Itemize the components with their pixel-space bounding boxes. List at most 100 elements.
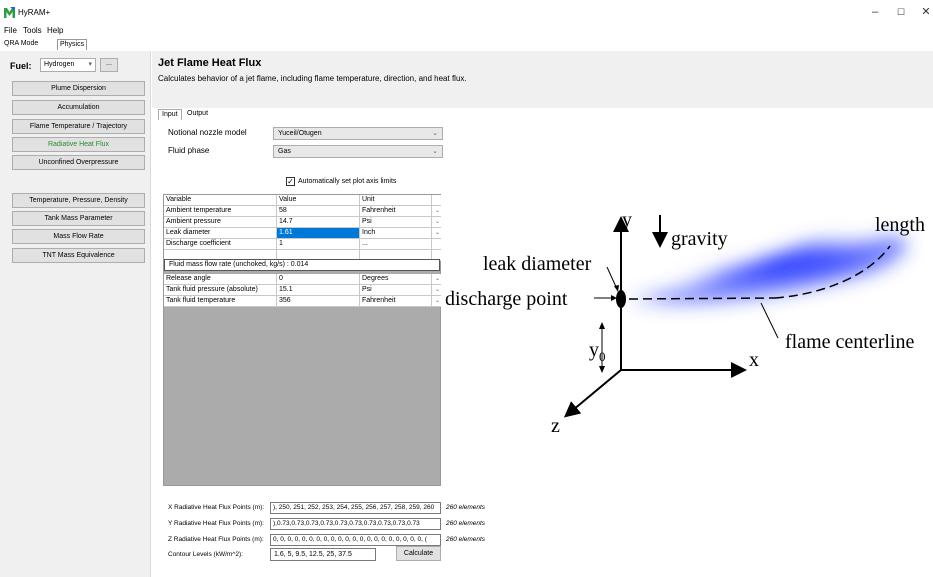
hyram-logo-icon	[4, 7, 15, 18]
unit-cell[interactable]: Psi	[360, 285, 432, 295]
unit-cell: ...	[360, 239, 432, 249]
nav-temperature-pressure-density[interactable]: Temperature, Pressure, Density	[12, 193, 145, 208]
contour-levels-input[interactable]: 1.6, 5, 9.5, 12.5, 25, 37.5	[270, 548, 376, 561]
tab-input[interactable]: Input	[158, 109, 182, 120]
y-flux-points-input[interactable]: ),0.73,0.73,0.73,0.73,0.73,0.73,0.73,0.7…	[270, 518, 441, 530]
nav-unconfined-overpressure[interactable]: Unconfined Overpressure	[12, 155, 145, 170]
menu-file[interactable]: File	[4, 26, 17, 35]
menu-tools[interactable]: Tools	[23, 26, 42, 35]
nav-accumulation[interactable]: Accumulation	[12, 100, 145, 115]
variable-cell: Ambient temperature	[164, 206, 277, 216]
x-flux-points-label: X Radiative Heat Flux Points (m):	[168, 504, 265, 511]
empty-cell	[432, 239, 441, 249]
left-panel: Fuel: Hydrogen ▾ ... Plume Dispersion Ac…	[0, 51, 151, 577]
jet-flame-diagram: y x z gravity length leak diameter disch…	[445, 209, 925, 437]
window-title: HyRAM+	[18, 8, 51, 17]
unit-cell[interactable]: Fahrenheit	[360, 296, 432, 306]
value-cell[interactable]: 58	[277, 206, 360, 216]
unit-cell[interactable]: Degrees	[360, 274, 432, 284]
fuel-more-button[interactable]: ...	[100, 58, 118, 72]
y-elements-count: 260 elements	[446, 520, 486, 527]
nav-radiative-heat-flux[interactable]: Radiative Heat Flux	[12, 137, 145, 152]
grid-header-row: Variable Value Unit	[164, 195, 441, 206]
value-cell[interactable]: 15.1	[277, 285, 360, 295]
z-flux-points-input[interactable]: 0, 0, 0, 0, 0, 0, 0, 0, 0, 0, 0, 0, 0, 0…	[270, 534, 441, 546]
discharge-point-label: discharge point	[445, 288, 568, 310]
variable-cell: Release angle	[164, 274, 277, 284]
column-header-value: Value	[277, 195, 360, 205]
calculate-button[interactable]: Calculate	[396, 546, 441, 561]
discharge-point-marker	[616, 290, 626, 308]
mode-tabs: QRA Mode Physics	[0, 38, 933, 51]
chevron-down-icon: ▾	[88, 61, 92, 68]
fluid-phase-label: Fluid phase	[168, 146, 210, 155]
unit-cell[interactable]: Inch	[360, 228, 432, 238]
chevron-down-icon[interactable]: ⌄	[432, 228, 441, 238]
leak-diameter-label: leak diameter	[483, 253, 592, 275]
chevron-down-icon[interactable]: ⌄	[432, 285, 441, 295]
variable-cell: Tank fluid pressure (absolute)	[164, 285, 277, 295]
chevron-down-icon: ⌄	[432, 130, 438, 137]
chevron-down-icon[interactable]: ⌄	[432, 206, 441, 216]
flame-centerline-label: flame centerline	[785, 331, 914, 353]
table-row: Tank fluid temperature 356 Fahrenheit ⌄	[164, 296, 441, 307]
y0-main: y	[589, 339, 599, 361]
nav-tank-mass-parameter[interactable]: Tank Mass Parameter	[12, 211, 145, 226]
contour-levels-label: Contour Levels (kW/m^2):	[168, 551, 243, 558]
y-axis-label: y	[622, 209, 632, 231]
nav-tnt-mass-equivalence[interactable]: TNT Mass Equivalence	[12, 248, 145, 263]
x-flux-points-input[interactable]: ), 250, 251, 252, 253, 254, 255, 256, 25…	[270, 502, 441, 514]
value-cell[interactable]: 0	[277, 274, 360, 284]
nav-flame-temperature-trajectory[interactable]: Flame Temperature / Trajectory	[12, 119, 145, 134]
table-row: Discharge coefficient 1 ...	[164, 239, 441, 250]
flame-centerline-pointer	[760, 302, 779, 339]
close-button[interactable]: ✕	[919, 5, 933, 19]
minimize-button[interactable]: –	[868, 5, 882, 19]
unit-cell[interactable]: Psi	[360, 217, 432, 227]
value-cell[interactable]: 356	[277, 296, 360, 306]
column-header-unit: Unit	[360, 195, 432, 205]
variable-cell: Discharge coefficient	[164, 239, 277, 249]
z-flux-points-label: Z Radiative Heat Flux Points (m):	[168, 536, 264, 543]
table-row: Leak diameter 1.61 Inch ⌄	[164, 228, 441, 239]
table-row: Ambient temperature 58 Fahrenheit ⌄	[164, 206, 441, 217]
variable-cell: Leak diameter	[164, 228, 277, 238]
unit-cell[interactable]: Fahrenheit	[360, 206, 432, 216]
table-row: Ambient pressure 14.7 Psi ⌄	[164, 217, 441, 228]
value-cell[interactable]: 1	[277, 239, 360, 249]
chevron-down-icon[interactable]: ⌄	[432, 274, 441, 284]
y-flux-points-label: Y Radiative Heat Flux Points (m):	[168, 520, 264, 527]
length-label: length	[875, 214, 925, 236]
auto-axis-checkbox[interactable]: ✓	[286, 177, 295, 186]
x-elements-count: 260 elements	[446, 504, 486, 511]
value-cell-selected[interactable]: 1.61	[277, 228, 360, 238]
variable-cell: Ambient pressure	[164, 217, 277, 227]
fuel-label: Fuel:	[10, 61, 32, 71]
page-title: Jet Flame Heat Flux	[158, 57, 262, 69]
menu-help[interactable]: Help	[47, 26, 63, 35]
fuel-select[interactable]: Hydrogen ▾	[40, 58, 96, 72]
fluid-phase-select[interactable]: Gas ⌄	[273, 145, 443, 158]
y0-label: y0	[589, 339, 606, 364]
tab-output[interactable]: Output	[184, 109, 211, 120]
variable-cell: Tank fluid temperature	[164, 296, 277, 306]
table-row: Release angle 0 Degrees ⌄	[164, 274, 441, 285]
nav-mass-flow-rate[interactable]: Mass Flow Rate	[12, 229, 145, 244]
gravity-label: gravity	[671, 228, 728, 250]
value-cell[interactable]: 14.7	[277, 217, 360, 227]
tab-qra-mode[interactable]: QRA Mode	[2, 39, 40, 50]
nav-plume-dispersion[interactable]: Plume Dispersion	[12, 81, 145, 96]
nozzle-model-label: Notional nozzle model	[168, 128, 247, 137]
title-bar: HyRAM+ – ☐ ✕	[0, 0, 933, 26]
tab-physics[interactable]: Physics	[57, 39, 88, 50]
maximize-button[interactable]: ☐	[894, 5, 908, 19]
fuel-selected-value: Hydrogen	[44, 61, 75, 68]
table-row: Tank fluid pressure (absolute) 15.1 Psi …	[164, 285, 441, 296]
y0-subscript: 0	[599, 349, 606, 364]
z-axis-label: z	[551, 415, 560, 437]
column-header-variable: Variable	[164, 195, 277, 205]
chevron-down-icon[interactable]: ⌄	[432, 296, 441, 306]
nozzle-model-select[interactable]: Yuceil/Otugen ⌄	[273, 127, 443, 140]
mass-flow-rate-tooltip: Fluid mass flow rate (unchoked, kg/s) : …	[164, 259, 440, 271]
chevron-down-icon[interactable]: ⌄	[432, 217, 441, 227]
